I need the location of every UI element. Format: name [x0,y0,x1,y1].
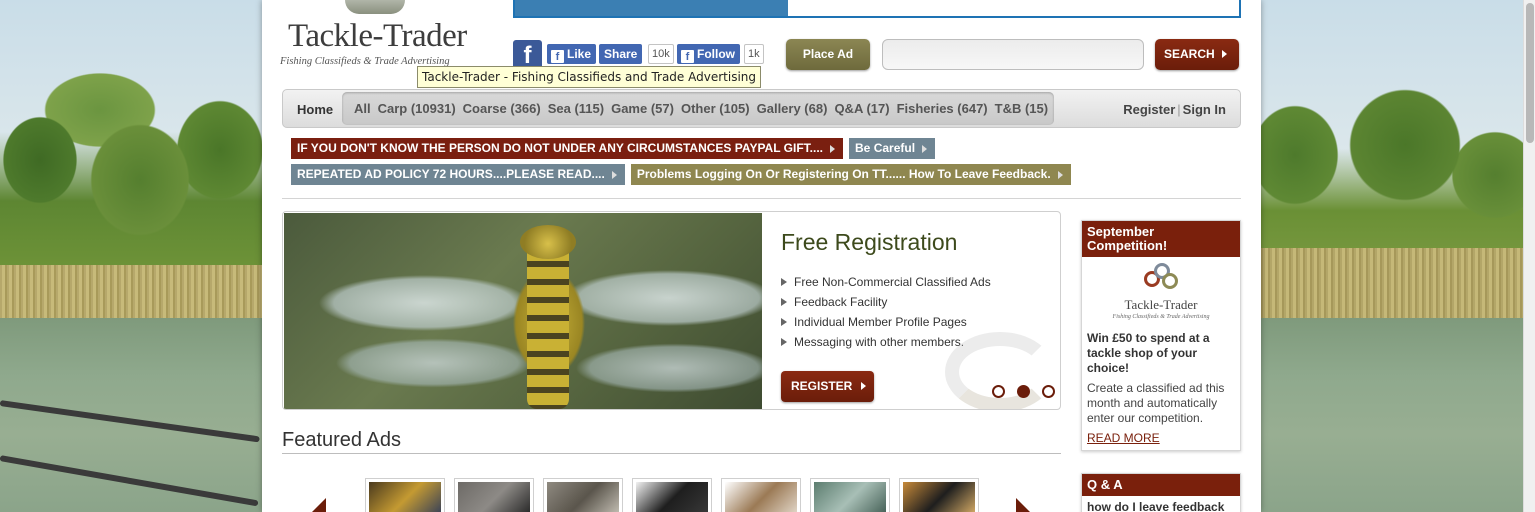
divider [282,198,1241,199]
nav-item-fisheries[interactable]: Fisheries (647) [897,92,988,125]
competition-headline: Win £50 to spend at a tackle shop of you… [1087,331,1210,375]
competition-title: September Competition! [1082,221,1240,257]
featured-ad-image [725,482,797,512]
notice-repeated-ad-policy[interactable]: REPEATED AD POLICY 72 HOURS....PLEASE RE… [291,164,625,185]
list-item: Free Non-Commercial Classified Ads [781,272,991,292]
slide-dot-3[interactable] [1042,385,1055,398]
search-input[interactable] [882,39,1144,70]
page-container: Tackle-Trader Fishing Classifieds & Trad… [262,0,1261,512]
read-more-link[interactable]: READ MORE [1082,431,1240,450]
featured-ad-image [903,482,975,512]
qa-title: Q & A [1082,474,1240,496]
auth-links: Register | Sign In [1123,90,1226,129]
featured-ad-5[interactable] [721,478,801,512]
featured-divider [282,453,1061,454]
logo-fish-icon [1144,263,1178,293]
featured-ad-image [369,482,441,512]
follow-count: 1k [744,44,764,64]
notice-paypal-gift[interactable]: IF YOU DON'T KNOW THE PERSON DO NOT UNDE… [291,138,844,159]
featured-ad-3[interactable] [543,478,623,512]
competition-box: September Competition! Tackle-Trader Fis… [1081,220,1241,451]
category-tabs: All Carp (10931) Coarse (366) Sea (115) Game… [342,92,1054,125]
nav-item-coarse[interactable]: Coarse (366) [463,92,541,125]
featured-ad-image [814,482,886,512]
nav-item-gallery[interactable]: Gallery (68) [757,92,828,125]
search-button[interactable]: SEARCH [1155,39,1239,70]
competition-body: Create a classified ad this month and au… [1087,381,1225,425]
carousel-prev-icon[interactable] [312,498,326,512]
facebook-icon[interactable]: f [513,40,542,69]
nav-item-qa[interactable]: Q&A (17) [834,92,889,125]
top-banner-ad[interactable] [513,0,1241,18]
list-item: Feedback Facility [781,292,991,312]
competition-logo-name: Tackle-Trader [1124,297,1198,312]
qa-box: Q & A how do I leave feedback [1081,473,1241,512]
featured-ad-7[interactable] [899,478,979,512]
chevron-right-icon [1222,50,1227,58]
featured-ad-4[interactable] [632,478,712,512]
notice-row-2: REPEATED AD POLICY 72 HOURS....PLEASE RE… [291,164,1077,185]
nav-home[interactable]: Home [297,90,333,129]
notice-row-1: IF YOU DON'T KNOW THE PERSON DO NOT UNDE… [291,138,941,159]
signin-link[interactable]: Sign In [1183,102,1226,117]
featured-ad-6[interactable] [810,478,890,512]
logo-name: Tackle-Trader [288,18,467,54]
hero-slider: Free Registration Free Non-Commercial Cl… [282,211,1061,410]
nav-item-sea[interactable]: Sea (115) [548,92,604,125]
notice-login-problems[interactable]: Problems Logging On Or Registering On TT… [630,164,1071,185]
nav-item-tb[interactable]: T&B (15) [995,92,1048,125]
featured-ad-1[interactable] [365,478,445,512]
facebook-small-icon: f [681,50,694,63]
featured-ad-image [636,482,708,512]
scrollbar-thumb[interactable] [1526,3,1534,143]
place-ad-button[interactable]: Place Ad [786,39,870,70]
featured-ad-image [458,482,530,512]
facebook-like-button[interactable]: f Like [547,44,597,64]
nav-item-carp[interactable]: Carp (10931) [378,92,456,125]
tooltip: Tackle-Trader - Fishing Classifieds and … [417,66,761,88]
logo-mark-icon [345,0,405,14]
watermark-logo-icon [945,332,1055,409]
register-link[interactable]: Register [1123,102,1175,117]
nav-item-other[interactable]: Other (105) [681,92,750,125]
site-logo[interactable]: Tackle-Trader Fishing Classifieds & Trad… [280,0,490,72]
carousel-next-icon[interactable] [1016,498,1030,512]
competition-logo: Tackle-Trader Fishing Classifieds & Trad… [1082,257,1240,329]
share-count: 10k [648,44,674,64]
nav-item-all[interactable]: All [354,92,371,125]
qa-first-item[interactable]: how do I leave feedback [1082,500,1240,512]
facebook-share-button[interactable]: Share [599,44,643,64]
register-button[interactable]: REGISTER [781,371,874,402]
facebook-small-icon: f [551,50,564,63]
nav-item-game[interactable]: Game (57) [611,92,674,125]
competition-logo-tagline: Fishing Classifieds & Trade Advertising [1112,314,1210,320]
slide-dot-2[interactable] [1017,385,1030,398]
facebook-follow-button[interactable]: f Follow [677,44,740,64]
chevron-right-icon [861,382,866,390]
main-nav: Home All Carp (10931) Coarse (366) Sea (115… [282,89,1241,128]
dragonfly-image [284,213,762,409]
slide-dot-1[interactable] [992,385,1005,398]
featured-ad-image [547,482,619,512]
list-item: Individual Member Profile Pages [781,312,991,332]
scrollbar[interactable] [1523,0,1535,512]
hero-feature-list: Free Non-Commercial Classified Ads Feedb… [781,272,991,352]
auth-separator: | [1177,102,1181,117]
hero-title: Free Registration [781,229,958,255]
featured-ad-2[interactable] [454,478,534,512]
featured-ads-title: Featured Ads [282,429,401,451]
notice-be-careful[interactable]: Be Careful [849,138,936,159]
